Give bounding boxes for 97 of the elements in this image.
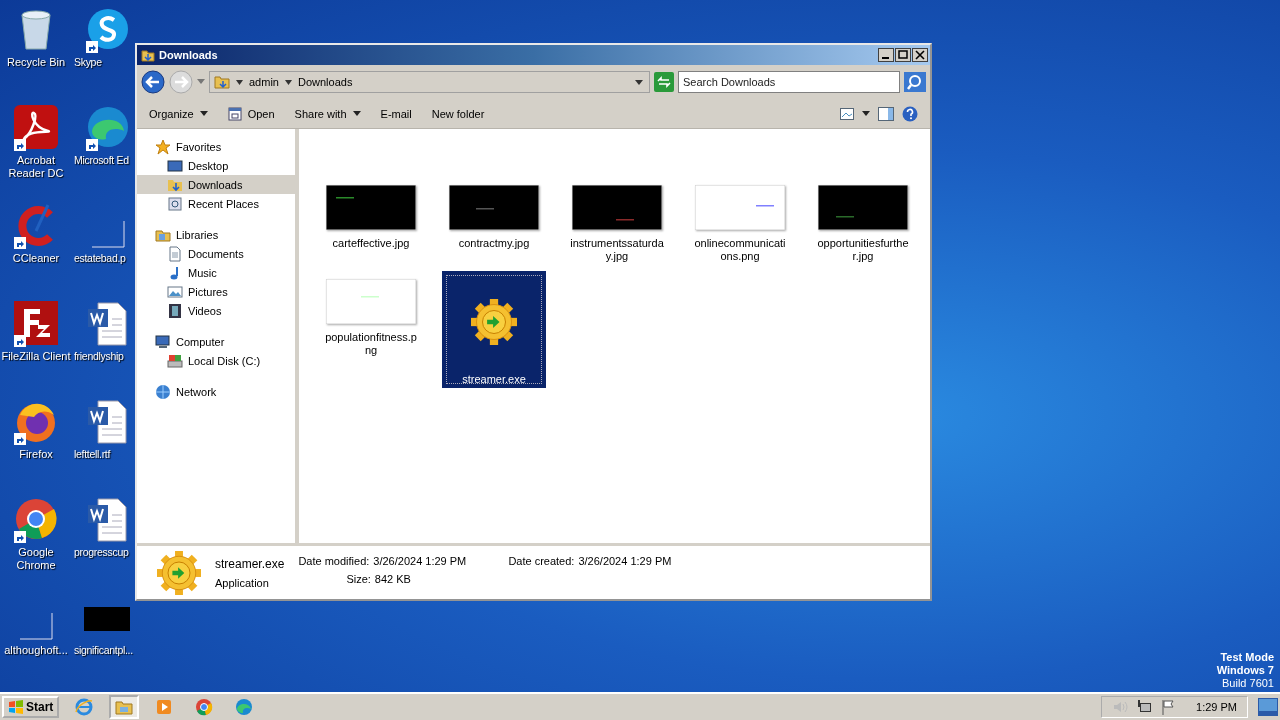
- filezilla-icon[interactable]: [12, 299, 60, 347]
- caret-icon[interactable]: [862, 111, 870, 116]
- media-player-icon: [155, 698, 174, 716]
- caret-icon[interactable]: [284, 79, 292, 85]
- window-icon: [227, 106, 242, 121]
- file-item[interactable]: opportunitiesfurther.jpg: [811, 177, 915, 265]
- field-value: 3/26/2024 1:29 PM: [578, 555, 672, 569]
- field-label: Size:: [346, 573, 371, 587]
- folder-icon: [214, 74, 230, 90]
- nav-item[interactable]: Favorites: [137, 137, 295, 156]
- nav-item[interactable]: Local Disk (C:): [137, 351, 295, 370]
- desktop-icon: [167, 157, 183, 174]
- breadcrumb[interactable]: Downloads: [297, 76, 353, 88]
- taskbar-app-button[interactable]: [109, 695, 140, 719]
- file-item[interactable]: onlinecommunications.png: [688, 177, 792, 265]
- back-button[interactable]: [141, 70, 165, 94]
- address-bar[interactable]: admin Downloads: [209, 71, 650, 93]
- desktop-icon-label[interactable]: Recycle Bin: [6, 56, 66, 69]
- flag-icon[interactable]: [1160, 699, 1177, 715]
- watermark-text: Build 7601: [1222, 677, 1274, 690]
- nav-item[interactable]: Desktop: [137, 156, 295, 175]
- desktop-icon-label[interactable]: Google Chrome: [0, 546, 72, 572]
- recent-icon: [167, 195, 183, 212]
- videos-icon: [167, 302, 183, 319]
- file-item[interactable]: streamer.exe: [442, 271, 546, 388]
- history-dropdown-icon[interactable]: [197, 79, 205, 85]
- search-field[interactable]: Search Downloads: [678, 71, 900, 93]
- field-value: 3/26/2024 1:29 PM: [373, 555, 467, 569]
- file-name: streamer.exe: [215, 556, 285, 571]
- watermark-text: Test Mode: [1220, 651, 1274, 664]
- caret-icon: [199, 111, 208, 116]
- toolbar-button[interactable]: Open: [221, 103, 281, 124]
- desktop-icon-label[interactable]: CCleaner: [12, 252, 60, 265]
- desktop-icon-label[interactable]: lefttell.rtf: [74, 448, 111, 461]
- file-item[interactable]: instrumentssaturday.jpg: [565, 177, 669, 265]
- window-title: Downloads: [159, 49, 218, 61]
- desktop-icon-label[interactable]: friendlyship: [74, 350, 124, 363]
- file-item[interactable]: carteffective.jpg: [319, 177, 423, 265]
- gear-icon: [471, 299, 517, 345]
- caret-icon: [352, 111, 361, 116]
- caret-icon[interactable]: [635, 79, 643, 85]
- nav-item[interactable]: Downloads: [137, 175, 295, 194]
- pictures-icon: [167, 283, 183, 300]
- folder-icon: [115, 698, 134, 716]
- help-icon[interactable]: [902, 105, 918, 122]
- chrome-icon: [195, 698, 214, 716]
- folder-icon: [141, 48, 155, 62]
- file-type: Application: [215, 576, 270, 589]
- desktop-icon-label[interactable]: Skype: [74, 56, 102, 69]
- computer-icon: [155, 333, 171, 350]
- toolbar-button[interactable]: E-mail: [374, 104, 418, 123]
- toolbar-button[interactable]: New folder: [425, 104, 491, 123]
- desktop-icon-label[interactable]: estatebad.p: [74, 252, 126, 265]
- desktop-icon-label[interactable]: althoughoft...: [4, 644, 68, 657]
- minimize-button[interactable]: [878, 48, 894, 62]
- watermark-text: Windows 7: [1216, 664, 1274, 677]
- desktop-icon-label[interactable]: Acrobat Reader DC: [0, 154, 72, 180]
- desktop-icon-label[interactable]: significantpl...: [74, 644, 133, 657]
- nav-item[interactable]: Pictures: [137, 282, 295, 301]
- windows-logo-icon: [8, 700, 24, 714]
- star-icon: [155, 138, 171, 155]
- disk-icon: [167, 352, 183, 369]
- file-item[interactable]: contractmy.jpg: [442, 177, 546, 265]
- desktop-icon-label[interactable]: Firefox: [19, 448, 53, 461]
- nav-item[interactable]: Recent Places: [137, 194, 295, 213]
- nav-item[interactable]: Videos: [137, 301, 295, 320]
- desktop-icon-label[interactable]: FileZilla Client: [1, 350, 71, 363]
- nav-item[interactable]: Network: [137, 382, 295, 401]
- edge-icon: [235, 698, 254, 716]
- toolbar-button[interactable]: Organize: [143, 104, 214, 123]
- view-icon[interactable]: [840, 107, 854, 120]
- field-label: Date modified:: [298, 555, 370, 569]
- gear-icon: [157, 550, 201, 595]
- network-icon: [155, 383, 171, 400]
- acrobat-icon[interactable]: [12, 103, 60, 151]
- start-button[interactable]: Start: [2, 696, 60, 718]
- search-button[interactable]: [904, 72, 926, 92]
- file-item[interactable]: populationfitness.png: [319, 271, 423, 388]
- nav-item[interactable]: Music: [137, 263, 295, 282]
- breadcrumb[interactable]: admin: [249, 76, 279, 88]
- field-label: Date created:: [508, 555, 575, 569]
- refresh-button[interactable]: [654, 72, 674, 92]
- network-icon[interactable]: [1136, 699, 1153, 715]
- desktop-icon-label[interactable]: Microsoft Ed: [74, 154, 129, 167]
- close-button[interactable]: [912, 48, 928, 62]
- field-value: 842 KB: [374, 573, 411, 587]
- nav-item[interactable]: Libraries: [137, 225, 295, 244]
- clock[interactable]: 1:29 PM: [1196, 701, 1237, 713]
- toolbar-button[interactable]: Share with: [288, 104, 367, 123]
- nav-item[interactable]: Documents: [137, 244, 295, 263]
- caret-icon[interactable]: [236, 79, 243, 85]
- desktop-icon-label[interactable]: progresscup: [74, 546, 129, 559]
- documents-icon: [167, 245, 183, 262]
- nav-item[interactable]: Computer: [137, 332, 295, 351]
- internet-explorer-icon: [75, 698, 94, 716]
- preview-pane-icon[interactable]: [878, 106, 894, 121]
- maximize-button[interactable]: [895, 48, 911, 62]
